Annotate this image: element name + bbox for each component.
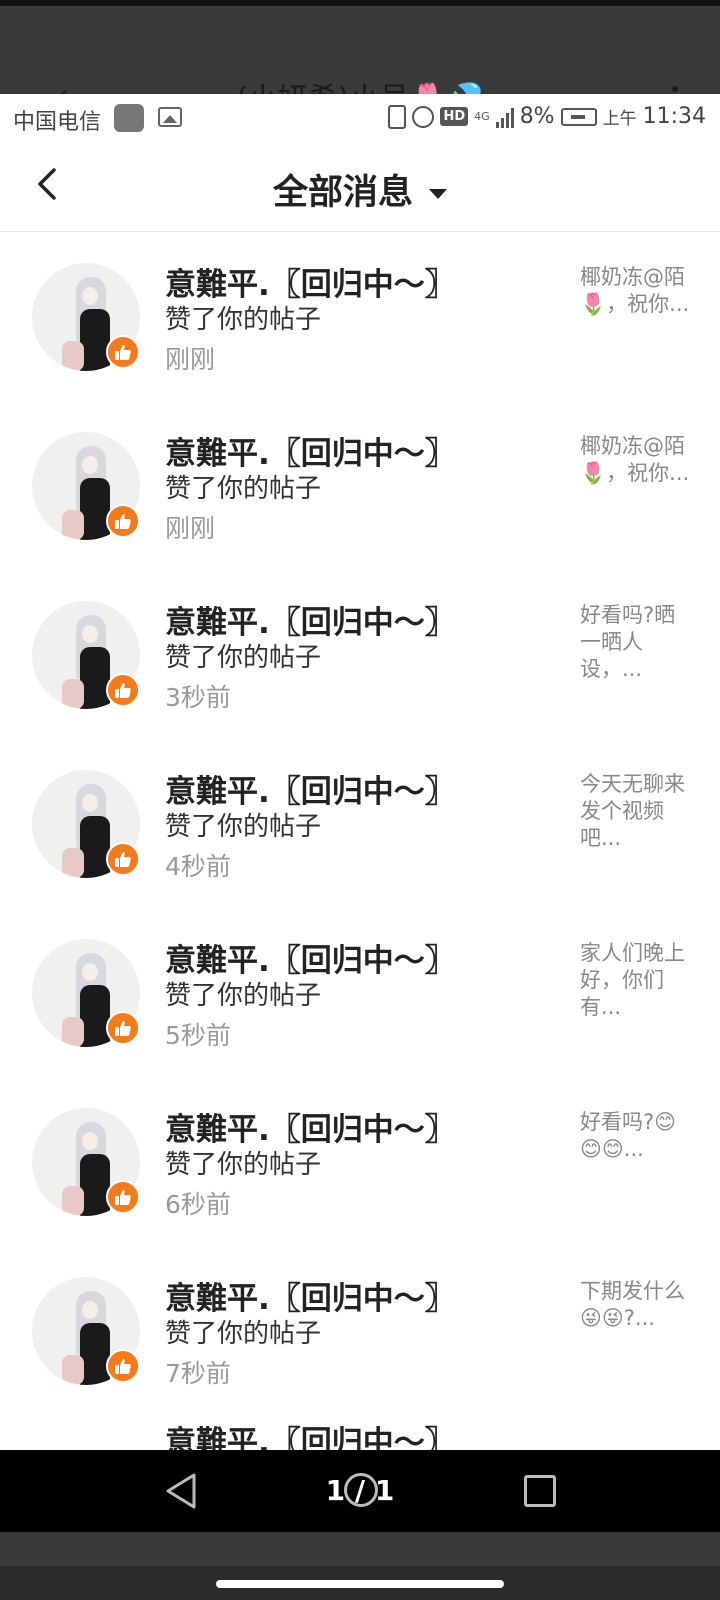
sender-name[interactable]: 意難平.〖回归中〜〗 xyxy=(165,597,456,642)
avatar-leg xyxy=(62,679,84,709)
like-badge xyxy=(106,335,140,369)
message-action: 赞了你的帖子 xyxy=(165,812,322,842)
header-bar: 全部消息 xyxy=(0,142,720,232)
like-badge xyxy=(106,1011,140,1045)
alarm-icon xyxy=(412,105,435,128)
filter-dropdown[interactable]: 全部消息 xyxy=(0,164,720,215)
post-preview[interactable]: 椰奶冻@陌🌷，祝你... xyxy=(580,433,690,487)
message-item[interactable]: 意難平.〖回归中〜〗 赞了你的帖子 7秒前 下期发什么😜😜?... xyxy=(0,1247,720,1416)
message-time: 刚刚 xyxy=(165,514,216,543)
avatar-face xyxy=(82,456,98,474)
like-badge xyxy=(106,1180,140,1214)
app-notification-icon xyxy=(114,104,144,132)
avatar-face xyxy=(82,287,98,305)
message-action: 赞了你的帖子 xyxy=(165,1319,322,1349)
post-preview[interactable]: 好看吗?晒一晒人设，... xyxy=(580,602,690,683)
image-notification-icon xyxy=(158,107,182,127)
avatar-face xyxy=(82,1132,98,1150)
sender-name[interactable]: 意難平.〖回归中〜〗 xyxy=(165,428,456,473)
post-preview[interactable]: 下期发什么😜😜?... xyxy=(580,1278,690,1332)
avatar-leg xyxy=(62,510,84,540)
post-preview[interactable]: 好看吗?😊😊😊... xyxy=(580,1109,690,1163)
message-time: 6秒前 xyxy=(165,1190,231,1219)
avatar-leg xyxy=(62,1017,84,1047)
thumbs-up-icon xyxy=(115,1021,131,1036)
thumbs-up-icon xyxy=(115,1359,131,1374)
message-item[interactable]: 意難平.〖回归中〜〗 赞了你的帖子 5秒前 家人们晚上好，你们有... xyxy=(0,909,720,1078)
page-title: 全部消息 xyxy=(272,173,413,213)
post-preview[interactable]: 椰奶冻@陌🌷，祝你... xyxy=(580,264,690,318)
avatar-face xyxy=(82,794,98,812)
signal-icon xyxy=(495,106,514,128)
avatar-leg xyxy=(62,1355,84,1385)
avatar-leg xyxy=(62,341,84,371)
app-screen: 中国电信 HD 4G 8% 上午 11:34 全部消息 意難平.〖回归中〜〗 赞… xyxy=(0,94,720,1450)
message-action: 赞了你的帖子 xyxy=(165,981,322,1011)
message-item[interactable]: 意難平.〖回归中〜〗 赞了你的帖子 4秒前 今天无聊来发个视频吧... xyxy=(0,740,720,909)
avatar-leg xyxy=(62,848,84,878)
status-right: HD 4G 8% 上午 11:34 xyxy=(388,104,706,129)
avatar-body xyxy=(80,1154,110,1216)
like-badge xyxy=(106,504,140,538)
message-action: 赞了你的帖子 xyxy=(165,1150,322,1180)
system-nav-bar: 1 / 1 xyxy=(0,1450,720,1532)
avatar-body xyxy=(80,309,110,371)
avatar-body xyxy=(80,1323,110,1385)
avatar-leg xyxy=(62,1186,84,1216)
partial-list-item: 意難平.〖回归中〜〗 xyxy=(165,1425,456,1450)
message-item[interactable]: 意難平.〖回归中〜〗 赞了你的帖子 刚刚 椰奶冻@陌🌷，祝你... xyxy=(0,233,720,402)
like-badge xyxy=(106,1349,140,1383)
avatar-body xyxy=(80,647,110,709)
message-item[interactable]: 意難平.〖回归中〜〗 赞了你的帖子 刚刚 椰奶冻@陌🌷，祝你... xyxy=(0,402,720,571)
sender-name[interactable]: 意難平.〖回归中〜〗 xyxy=(165,1273,456,1318)
avatar-body xyxy=(80,478,110,540)
image-page-counter: 1 / 1 xyxy=(325,1474,395,1507)
like-badge xyxy=(106,673,140,707)
message-action: 赞了你的帖子 xyxy=(165,643,322,673)
carrier-label: 中国电信 xyxy=(13,110,102,135)
battery-icon xyxy=(560,107,597,126)
clock: 11:34 xyxy=(642,104,706,129)
message-time: 7秒前 xyxy=(165,1359,231,1388)
sender-name[interactable]: 意難平.〖回归中〜〗 xyxy=(165,259,456,304)
thumbs-up-icon xyxy=(115,683,131,698)
message-time: 3秒前 xyxy=(165,683,231,712)
sender-name[interactable]: 意難平.〖回归中〜〗 xyxy=(165,766,456,811)
avatar-body xyxy=(80,816,110,878)
post-preview[interactable]: 今天无聊来发个视频吧... xyxy=(580,771,690,852)
sender-name[interactable]: 意難平.〖回归中〜〗 xyxy=(165,935,456,980)
status-bar: 中国电信 HD 4G 8% 上午 11:34 xyxy=(0,94,720,142)
battery-percent: 8% xyxy=(519,104,555,129)
like-badge xyxy=(106,842,140,876)
thumbs-up-icon xyxy=(115,852,131,867)
thumbs-up-icon xyxy=(115,514,131,529)
sender-name[interactable]: 意難平.〖回归中〜〗 xyxy=(165,1104,456,1149)
message-action: 赞了你的帖子 xyxy=(165,474,322,504)
top-overlay: ‹ (小妍希)小号🌷💦 xyxy=(0,0,720,94)
avatar-face xyxy=(82,963,98,981)
network-type: 4G xyxy=(474,110,490,123)
hd-icon: HD xyxy=(440,107,469,126)
thumbs-up-icon xyxy=(115,345,131,360)
message-action: 赞了你的帖子 xyxy=(165,305,322,335)
post-preview[interactable]: 家人们晚上好，你们有... xyxy=(580,940,690,1021)
message-item[interactable]: 意難平.〖回归中〜〗 赞了你的帖子 3秒前 好看吗?晒一晒人设，... xyxy=(0,571,720,740)
avatar-body xyxy=(80,985,110,1047)
message-time: 5秒前 xyxy=(165,1021,231,1050)
message-time: 4秒前 xyxy=(165,852,231,881)
message-list: 意難平.〖回归中〜〗 赞了你的帖子 刚刚 椰奶冻@陌🌷，祝你... 意難平.〖回… xyxy=(0,233,720,1416)
home-indicator[interactable] xyxy=(216,1580,504,1588)
avatar-face xyxy=(82,1301,98,1319)
message-time: 刚刚 xyxy=(165,345,216,374)
caret-down-icon xyxy=(429,189,447,199)
avatar-face xyxy=(82,625,98,643)
message-item[interactable]: 意難平.〖回归中〜〗 赞了你的帖子 6秒前 好看吗?😊😊😊... xyxy=(0,1078,720,1247)
bottom-bar xyxy=(0,1532,720,1600)
ghost-more-icon xyxy=(672,86,678,92)
vibrate-icon xyxy=(388,104,407,129)
ghost-title: (小妍希)小号🌷💦 xyxy=(0,74,720,94)
time-period: 上午 xyxy=(602,109,637,129)
thumbs-up-icon xyxy=(115,1190,131,1205)
